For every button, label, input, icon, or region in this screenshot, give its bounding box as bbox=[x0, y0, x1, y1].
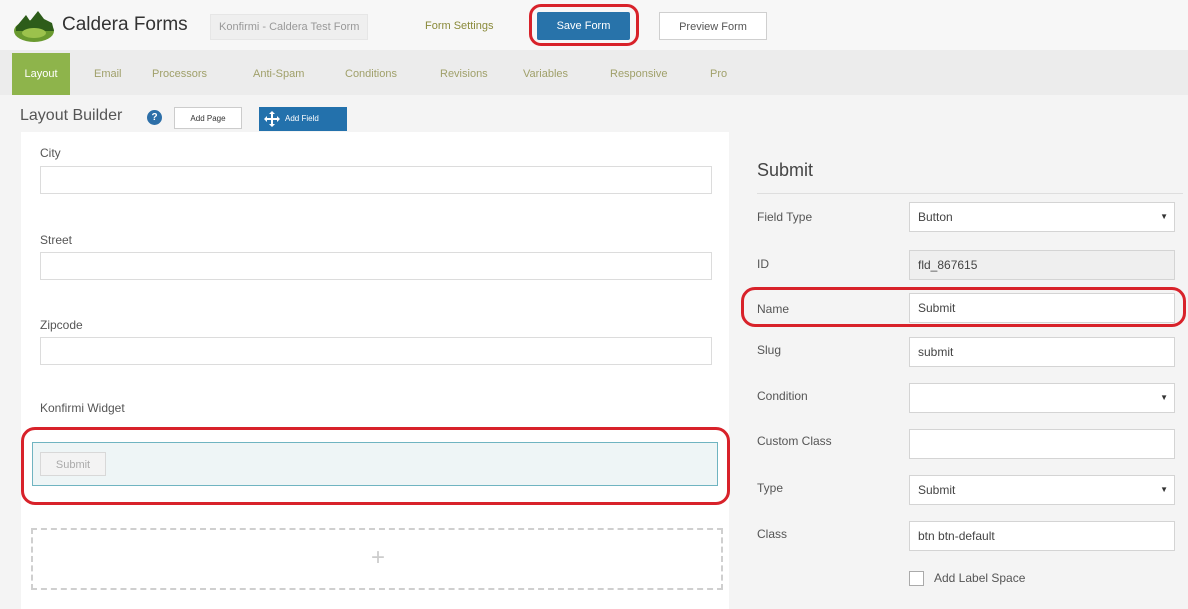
caret-down-icon: ▼ bbox=[1160, 485, 1168, 494]
layout-builder-title: Layout Builder bbox=[20, 107, 123, 124]
street-field[interactable] bbox=[40, 252, 712, 280]
add-label-space-checkbox[interactable] bbox=[909, 571, 924, 586]
highlight-ring-save bbox=[529, 4, 639, 46]
type-label: Type bbox=[757, 481, 784, 495]
form-name-tab[interactable]: Konfirmi - Caldera Test Form bbox=[210, 14, 369, 40]
tab-pro[interactable]: Pro bbox=[710, 53, 727, 95]
class-field[interactable]: btn btn-default bbox=[909, 521, 1175, 551]
type-value: Submit bbox=[918, 483, 956, 497]
field-type-select[interactable]: Button ▼ bbox=[909, 202, 1175, 232]
form-settings-tab[interactable]: Form Settings bbox=[417, 14, 501, 38]
highlight-ring-widget bbox=[21, 427, 730, 505]
condition-select[interactable]: ▼ bbox=[909, 383, 1175, 413]
slug-label: Slug bbox=[757, 343, 782, 357]
plus-icon[interactable]: + bbox=[366, 546, 390, 570]
zipcode-field[interactable] bbox=[40, 337, 712, 365]
custom-class-label: Custom Class bbox=[757, 434, 832, 448]
caldera-logo bbox=[14, 11, 54, 42]
field-settings-title: Submit bbox=[757, 160, 814, 180]
id-label: ID bbox=[757, 257, 769, 271]
tab-responsive[interactable]: Responsive bbox=[610, 53, 667, 95]
type-select[interactable]: Submit ▼ bbox=[909, 475, 1175, 505]
field-label-street: Street bbox=[40, 233, 73, 247]
id-field: fld_867615 bbox=[909, 250, 1175, 280]
tab-layout[interactable]: Layout bbox=[12, 53, 70, 95]
app-title: Caldera Forms bbox=[62, 14, 188, 35]
slug-field[interactable]: submit bbox=[909, 337, 1175, 367]
tab-anti-spam[interactable]: Anti-Spam bbox=[253, 53, 304, 95]
class-label: Class bbox=[757, 527, 788, 541]
tab-variables[interactable]: Variables bbox=[523, 53, 568, 95]
tab-revisions[interactable]: Revisions bbox=[440, 53, 488, 95]
city-field[interactable] bbox=[40, 166, 712, 194]
caret-down-icon: ▼ bbox=[1160, 212, 1168, 221]
field-label-zipcode: Zipcode bbox=[40, 318, 83, 332]
add-label-space-label: Add Label Space bbox=[934, 571, 1026, 585]
tab-processors[interactable]: Processors bbox=[152, 53, 207, 95]
field-label-city: City bbox=[40, 146, 61, 160]
highlight-ring-name bbox=[741, 287, 1186, 327]
field-type-value: Button bbox=[918, 210, 953, 224]
divider bbox=[757, 193, 1183, 194]
tab-conditions[interactable]: Conditions bbox=[345, 53, 397, 95]
add-page-button[interactable]: Add Page bbox=[174, 107, 242, 129]
tab-email[interactable]: Email bbox=[94, 53, 122, 95]
move-icon bbox=[264, 111, 280, 127]
condition-label: Condition bbox=[757, 389, 808, 403]
caret-down-icon: ▼ bbox=[1160, 393, 1168, 402]
custom-class-field[interactable] bbox=[909, 429, 1175, 459]
field-type-label: Field Type bbox=[757, 210, 813, 224]
preview-form-button[interactable]: Preview Form bbox=[659, 12, 767, 40]
help-icon[interactable]: ? bbox=[147, 110, 162, 125]
widget-label: Konfirmi Widget bbox=[40, 401, 125, 415]
